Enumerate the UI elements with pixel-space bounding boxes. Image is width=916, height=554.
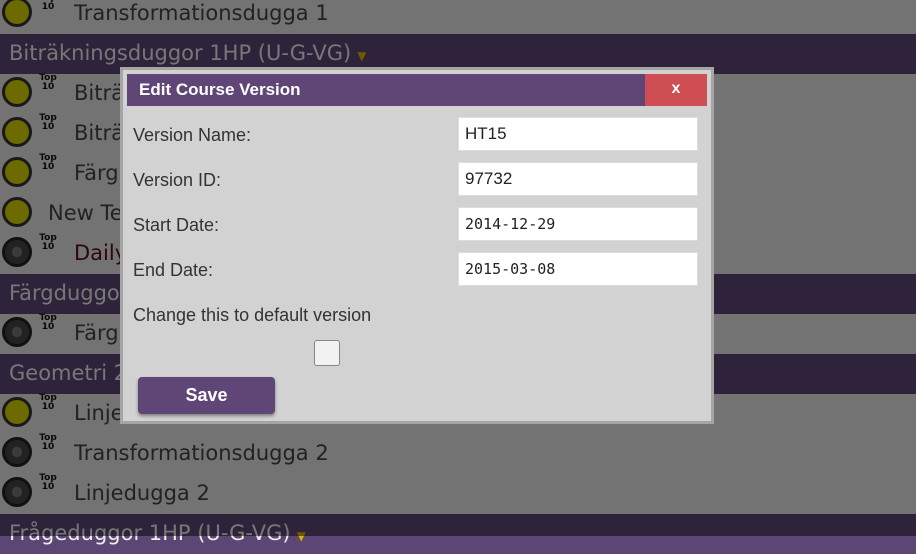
version-name-field[interactable]	[458, 117, 698, 151]
default-version-checkbox[interactable]	[314, 340, 340, 366]
save-button[interactable]: Save	[138, 377, 275, 414]
start-date-field[interactable]	[458, 207, 698, 241]
default-version-label: Change this to default version	[133, 305, 372, 325]
end-date-field[interactable]	[458, 252, 698, 286]
edit-course-version-dialog: Edit Course Version x Version Name: Vers…	[120, 67, 714, 424]
version-id-field[interactable]	[458, 162, 698, 196]
dialog-title: Edit Course Version	[139, 80, 301, 99]
close-button[interactable]: x	[645, 74, 707, 106]
end-date-label: End Date:	[133, 260, 214, 280]
start-date-label: Start Date:	[133, 215, 220, 235]
version-id-label: Version ID:	[133, 170, 222, 190]
dialog-header: Edit Course Version x	[127, 74, 707, 106]
version-name-label: Version Name:	[133, 125, 252, 145]
